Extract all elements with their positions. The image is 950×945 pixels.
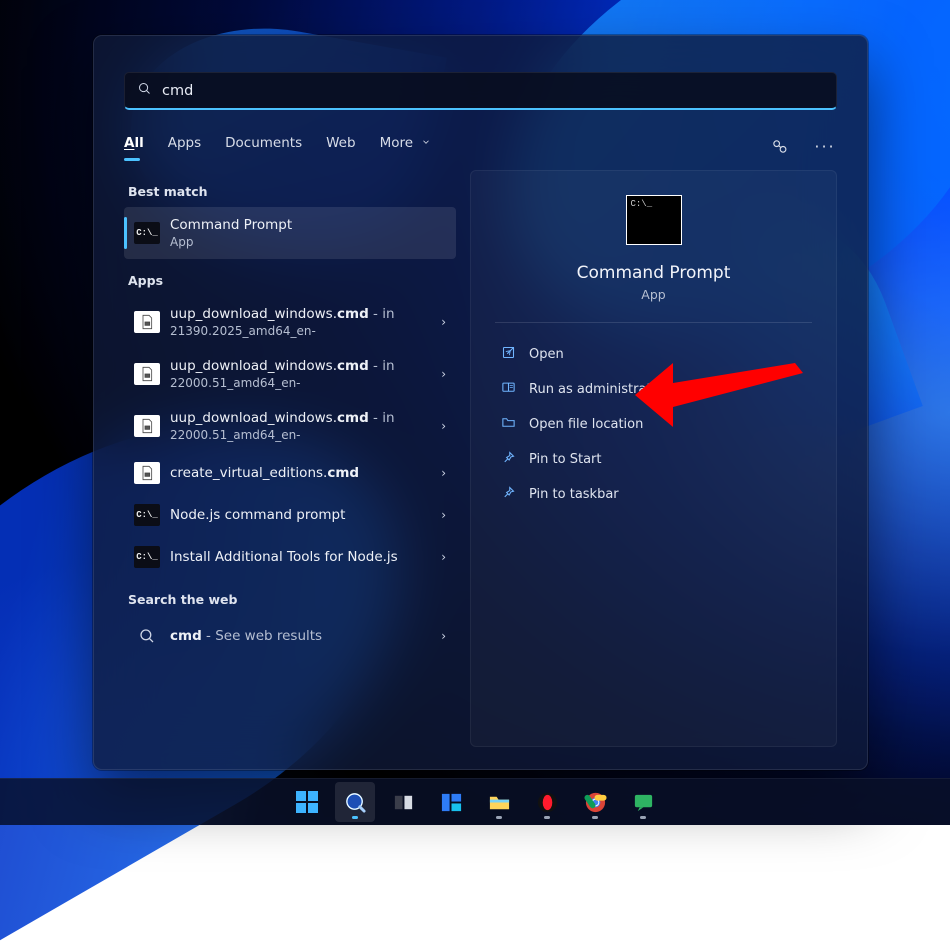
tab-more[interactable]: More [380, 131, 432, 161]
result-cmd-file-1[interactable]: uup_download_windows.cmd - in 21390.2025… [124, 296, 456, 348]
task-view-button[interactable] [383, 782, 423, 822]
result-nodejs-cmd[interactable]: C:\_ Node.js command prompt › [124, 494, 456, 536]
windows-logo-icon [296, 791, 318, 813]
feedback-icon[interactable] [763, 130, 795, 162]
pin-icon [501, 485, 516, 504]
cmd-file-icon [134, 462, 160, 484]
chevron-right-icon: › [441, 466, 446, 480]
cmd-app-icon: C:\_ [134, 504, 160, 526]
cmd-file-icon [134, 415, 160, 437]
result-cmd-file-2[interactable]: uup_download_windows.cmd - in 22000.51_a… [124, 348, 456, 400]
folder-icon [501, 415, 516, 434]
result-cmd-file-4[interactable]: create_virtual_editions.cmd › [124, 452, 456, 494]
pin-icon [501, 450, 516, 469]
result-cmd-file-3[interactable]: uup_download_windows.cmd - in 22000.51_a… [124, 400, 456, 452]
chat-app-button[interactable] [623, 782, 663, 822]
start-search-panel: All Apps Documents Web More ··· Best mat… [93, 35, 868, 770]
shield-icon [501, 380, 516, 399]
taskbar [0, 778, 950, 825]
preview-subtitle: App [641, 287, 665, 302]
chevron-right-icon: › [441, 629, 446, 643]
widgets-button[interactable] [431, 782, 471, 822]
tab-apps[interactable]: Apps [168, 131, 201, 161]
section-search-web: Search the web [128, 592, 456, 607]
chevron-down-icon [421, 135, 431, 151]
chevron-right-icon: › [441, 550, 446, 564]
section-best-match: Best match [128, 184, 456, 199]
result-command-prompt[interactable]: C:\_ Command Prompt App [124, 207, 456, 259]
cmd-large-icon: C:\_ [626, 195, 682, 245]
more-options-button[interactable]: ··· [809, 137, 841, 156]
chevron-right-icon: › [441, 367, 446, 381]
cmd-file-icon [134, 363, 160, 385]
action-pin-to-taskbar[interactable]: Pin to taskbar [495, 477, 812, 512]
action-run-as-administrator[interactable]: Run as administrator [495, 372, 812, 407]
result-nodejs-tools[interactable]: C:\_ Install Additional Tools for Node.j… [124, 536, 456, 578]
tab-web[interactable]: Web [326, 131, 355, 161]
action-open-file-location[interactable]: Open file location [495, 407, 812, 442]
result-search-web[interactable]: cmd - See web results › [124, 615, 456, 657]
action-open[interactable]: Open [495, 337, 812, 372]
action-pin-to-start[interactable]: Pin to Start [495, 442, 812, 477]
cmd-app-icon: C:\_ [134, 546, 160, 568]
preview-pane: C:\_ Command Prompt App Open Run as admi… [470, 170, 837, 747]
search-box[interactable] [124, 72, 837, 110]
chrome-button[interactable] [575, 782, 615, 822]
chevron-right-icon: › [441, 508, 446, 522]
search-icon [134, 625, 160, 647]
cmd-file-icon [134, 311, 160, 333]
file-explorer-button[interactable] [479, 782, 519, 822]
chevron-right-icon: › [441, 419, 446, 433]
search-icon [137, 81, 152, 100]
preview-title: Command Prompt [577, 263, 731, 283]
section-apps: Apps [128, 273, 456, 288]
filter-tabs: All Apps Documents Web More ··· [124, 130, 837, 162]
open-icon [501, 345, 516, 364]
results-list: Best match C:\_ Command Prompt App Apps … [124, 170, 456, 747]
cmd-app-icon: C:\_ [134, 222, 160, 244]
start-button[interactable] [287, 782, 327, 822]
chevron-right-icon: › [441, 315, 446, 329]
taskbar-search-button[interactable] [335, 782, 375, 822]
search-input[interactable] [162, 83, 824, 99]
tab-documents[interactable]: Documents [225, 131, 302, 161]
tab-all[interactable]: All [124, 131, 144, 161]
opera-button[interactable] [527, 782, 567, 822]
